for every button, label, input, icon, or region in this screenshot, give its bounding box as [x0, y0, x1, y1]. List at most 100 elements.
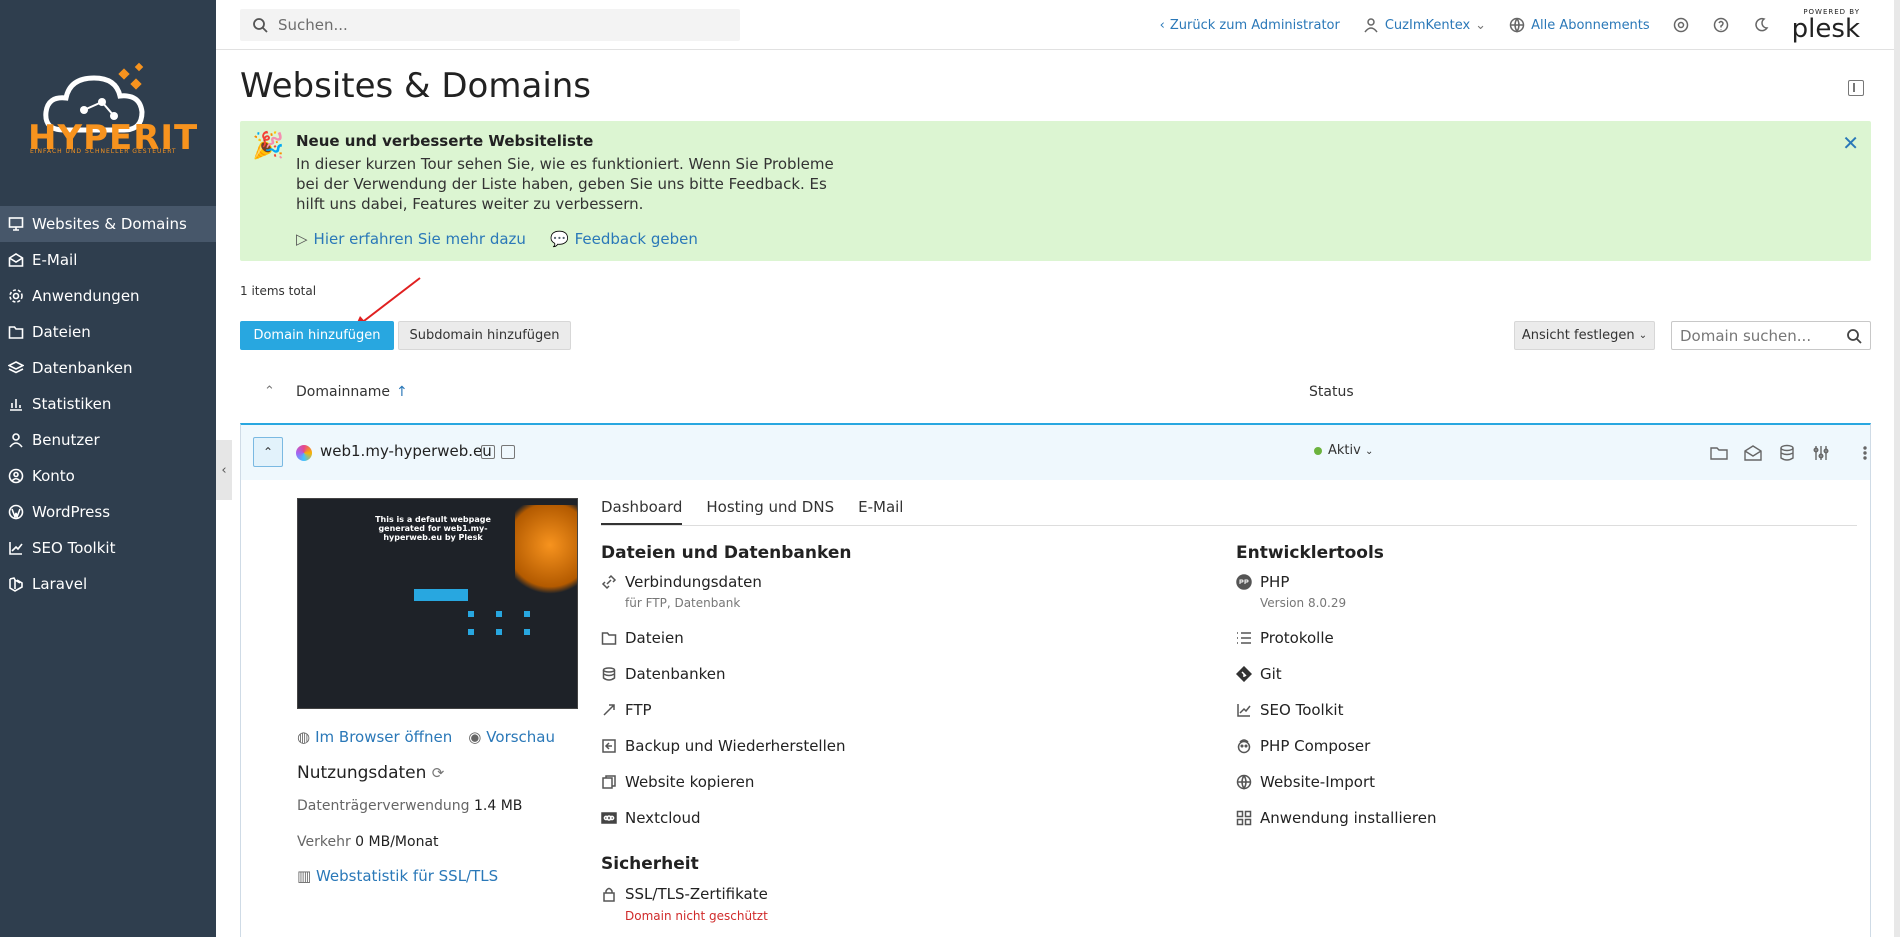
- subscriptions-menu[interactable]: Alle Abonnements: [1508, 16, 1650, 34]
- robot-illustration-icon: [515, 505, 577, 605]
- nextcloud-link[interactable]: Nextcloud: [601, 809, 701, 827]
- sidebar-nav: Websites & Domains E-Mail Anwendungen Da…: [0, 206, 216, 602]
- tab-dashboard[interactable]: Dashboard: [601, 498, 683, 525]
- sidebar-item-statistics[interactable]: Statistiken: [0, 386, 216, 422]
- nextcloud-label: Nextcloud: [625, 809, 701, 827]
- sidebar-item-label: E-Mail: [32, 251, 78, 269]
- webstat-link[interactable]: ▥ Webstatistik für SSL/TLS: [297, 867, 498, 885]
- tab-hosting-dns[interactable]: Hosting und DNS: [706, 498, 834, 525]
- logs-link[interactable]: Protokolle: [1236, 629, 1334, 647]
- chevron-down-icon: ⌄: [1364, 446, 1374, 457]
- column-domain-name[interactable]: Domainname ↑: [296, 384, 408, 400]
- help-icon[interactable]: [1712, 16, 1730, 34]
- tab-email[interactable]: E-Mail: [858, 498, 903, 525]
- sidebar-item-label: Konto: [32, 467, 75, 485]
- expand-all-icon[interactable]: ⌃: [264, 384, 275, 399]
- folder-icon: [8, 324, 24, 340]
- domain-name[interactable]: web1.my-hyperweb.eu: [320, 442, 492, 460]
- user-icon: [8, 432, 24, 448]
- preview-links: ◍ Im Browser öffnen ◉ Vorschau: [297, 728, 555, 746]
- bar-chart-icon: [8, 396, 24, 412]
- nextcloud-icon: [601, 812, 617, 824]
- databases-link[interactable]: Datenbanken: [601, 665, 725, 683]
- external-link-icon[interactable]: [501, 445, 515, 459]
- traffic-value: 0 MB/Monat: [355, 834, 439, 850]
- install-application-link[interactable]: Anwendung installieren: [1236, 809, 1436, 827]
- sidebar-item-email[interactable]: E-Mail: [0, 242, 216, 278]
- preview-link[interactable]: ◉ Vorschau: [468, 728, 555, 746]
- connection-info-link[interactable]: Verbindungsdaten: [601, 573, 762, 591]
- sidebar-item-label: Statistiken: [32, 395, 112, 413]
- usage-title-label: Nutzungsdaten: [297, 763, 427, 783]
- backup-link[interactable]: Backup und Wiederherstellen: [601, 737, 846, 755]
- usage-title: Nutzungsdaten ⟳: [297, 763, 444, 783]
- files-link[interactable]: Dateien: [601, 629, 684, 647]
- global-search-input[interactable]: Suchen...: [240, 9, 740, 41]
- sidebar-item-laravel[interactable]: Laravel: [0, 566, 216, 602]
- sidebar-item-wordpress[interactable]: WordPress: [0, 494, 216, 530]
- sidebar-item-websites[interactable]: Websites & Domains: [0, 206, 216, 242]
- dark-mode-icon[interactable]: [1752, 16, 1770, 34]
- domain-tabs: Dashboard Hosting und DNS E-Mail: [601, 498, 1857, 526]
- databases-label: Datenbanken: [625, 665, 726, 683]
- seo-toolkit-link[interactable]: SEO Toolkit: [1236, 701, 1343, 719]
- page-scrollbar[interactable]: [1894, 0, 1900, 937]
- add-domain-button[interactable]: Domain hinzufügen: [240, 321, 394, 350]
- git-link[interactable]: Git: [1236, 665, 1282, 683]
- column-status[interactable]: Status: [1309, 384, 1354, 400]
- open-in-browser-link[interactable]: ◍ Im Browser öffnen: [297, 728, 452, 746]
- status-label: Aktiv: [1328, 443, 1361, 458]
- status-dropdown[interactable]: Aktiv ⌄: [1328, 443, 1373, 458]
- sidebar-item-users[interactable]: Benutzer: [0, 422, 216, 458]
- copy-icon[interactable]: [481, 445, 495, 459]
- website-preview-thumbnail[interactable]: This is a default webpage generated for …: [297, 498, 578, 709]
- support-icon[interactable]: [1672, 16, 1690, 34]
- sidebar-item-seo-toolkit[interactable]: SEO Toolkit: [0, 530, 216, 566]
- sidebar-item-account[interactable]: Konto: [0, 458, 216, 494]
- panel-toggle-icon[interactable]: [1848, 80, 1864, 96]
- php-link[interactable]: PHP: [1236, 573, 1289, 591]
- plesk-logo: POWERED BY plesk: [1792, 8, 1860, 42]
- php-label: PHP: [1260, 573, 1290, 591]
- close-icon[interactable]: ✕: [1842, 131, 1859, 155]
- section-security: Sicherheit: [601, 854, 699, 874]
- banner-links: ▷ Hier erfahren Sie mehr dazu 💬 Feedback g…: [296, 230, 698, 248]
- sidebar-item-label: Dateien: [32, 323, 91, 341]
- seo-icon: [8, 540, 24, 556]
- ftp-link[interactable]: FTP: [601, 701, 652, 719]
- disk-usage-label: Datenträgerverwendung: [297, 798, 470, 814]
- refresh-icon[interactable]: ⟳: [432, 764, 445, 782]
- feedback-link[interactable]: 💬 Feedback geben: [550, 230, 698, 248]
- database-icon[interactable]: [1777, 443, 1797, 463]
- more-vertical-icon[interactable]: [1855, 443, 1875, 463]
- chevron-left-icon: ‹: [1159, 17, 1165, 33]
- add-subdomain-button[interactable]: Subdomain hinzufügen: [398, 321, 571, 350]
- sidebar-item-applications[interactable]: Anwendungen: [0, 278, 216, 314]
- learn-more-link[interactable]: ▷ Hier erfahren Sie mehr dazu: [296, 230, 526, 248]
- items-total: 1 items total: [240, 284, 317, 298]
- domain-search-input[interactable]: Domain suchen...: [1671, 321, 1871, 350]
- folder-icon[interactable]: [1709, 443, 1729, 463]
- sidebar-item-databases[interactable]: Datenbanken: [0, 350, 216, 386]
- php-composer-link[interactable]: PHP Composer: [1236, 737, 1370, 755]
- mail-icon[interactable]: [1743, 443, 1763, 463]
- sliders-icon[interactable]: [1811, 443, 1831, 463]
- user-menu[interactable]: CuzImKentex ⌄: [1362, 16, 1486, 34]
- website-import-link[interactable]: Website-Import: [1236, 773, 1375, 791]
- search-icon: [1847, 328, 1862, 344]
- view-settings-button[interactable]: Ansicht festlegen ⌄: [1514, 321, 1655, 350]
- collapse-row-button[interactable]: ⌃: [253, 437, 283, 467]
- info-banner: 🎉 Neue und verbesserte Websiteliste In d…: [240, 121, 1871, 261]
- folder-icon: [601, 632, 617, 645]
- gear-icon: [8, 288, 24, 304]
- sidebar-item-files[interactable]: Dateien: [0, 314, 216, 350]
- ssl-certificates-link[interactable]: SSL/TLS-Zertifikate: [601, 885, 768, 903]
- copy-website-link[interactable]: Website kopieren: [601, 773, 754, 791]
- sidebar-collapse-button[interactable]: ‹: [216, 440, 232, 500]
- search-placeholder: Suchen...: [278, 16, 348, 34]
- table-row: ⌃ web1.my-hyperweb.eu Aktiv ⌄ This is a …: [240, 423, 1871, 937]
- section-files-databases: Dateien und Datenbanken: [601, 543, 852, 563]
- preview-login-button: [414, 589, 468, 601]
- bar-chart-icon: ▥: [297, 867, 312, 885]
- back-to-admin-link[interactable]: ‹ Zurück zum Administrator: [1160, 18, 1340, 33]
